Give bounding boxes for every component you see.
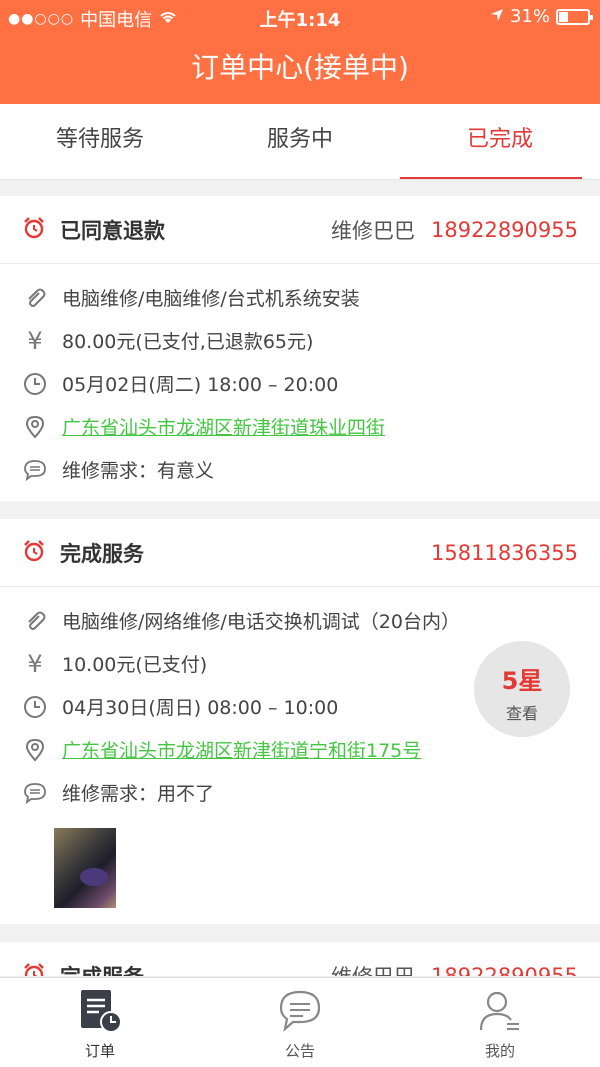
rating-badge[interactable]: 5星 查看 [474,641,570,737]
notice-icon [275,986,325,1036]
price-text: 10.00元(已支付) [62,654,208,676]
order-status: 完成服务 [60,961,331,977]
order-status: 已同意退款 [60,218,165,243]
tab-completed[interactable]: 已完成 [400,104,600,179]
bottom-tab-notice[interactable]: 公告 [200,978,400,1067]
location-arrow-icon [490,6,504,27]
address-link[interactable]: 广东省汕头市龙湖区新津街道珠业四街 [62,413,385,440]
service-row: 电脑维修/电脑维修/台式机系统安装 [22,276,578,319]
clock-icon [22,371,48,397]
alarm-clock-icon [22,962,46,976]
order-photo-thumbnail[interactable] [54,828,116,908]
bottom-tab-label: 订单 [84,1042,115,1060]
profile-icon [475,986,525,1036]
demand-text: 维修需求：用不了 [62,783,215,805]
yen-icon: ¥ [27,326,43,355]
time-row: 05月02日(周二) 18:00 – 20:00 [22,362,578,405]
bottom-tab-label: 公告 [284,1042,315,1060]
alarm-clock-icon [22,216,46,244]
battery-icon [556,8,593,25]
customer-phone[interactable]: 15811836355 [431,541,578,565]
status-right: 31% [490,6,593,27]
order-list[interactable]: 已同意退款 维修巴巴 18922890955 电脑维修/电脑维修/台式机系统安装… [0,196,600,976]
time-text: 05月02日(周二) 18:00 – 20:00 [62,374,339,396]
order-card[interactable]: 完成服务 15811836355 电脑维修/网络维修/电话交换机调试（20台内）… [0,519,600,924]
message-icon [22,457,48,483]
order-card-header: 完成服务 维修巴巴 18922890955 [0,942,600,976]
bottom-tab-label: 我的 [484,1042,515,1060]
price-text: 80.00元(已支付,已退款65元) [62,331,314,353]
bottom-tab-orders[interactable]: 订单 [0,978,200,1067]
yen-icon: ¥ [27,649,43,678]
order-card[interactable]: 完成服务 维修巴巴 18922890955 [0,942,600,976]
price-row: ¥ 80.00元(已支付,已退款65元) [22,319,578,362]
customer-name: 维修巴巴 [331,961,415,977]
address-link[interactable]: 广东省汕头市龙湖区新津街道宁和街175号 [62,736,421,763]
bottom-tab-bar: 订单 公告 我的 [0,977,600,1067]
rating-stars: 5星 [501,667,543,695]
order-card-body: 电脑维修/电脑维修/台式机系统安装 ¥ 80.00元(已支付,已退款65元) 0… [0,264,600,501]
clock-icon [22,694,48,720]
battery-percent: 31% [509,6,550,27]
demand-row: 维修需求：有意义 [22,448,578,491]
order-card[interactable]: 已同意退款 维修巴巴 18922890955 电脑维修/电脑维修/台式机系统安装… [0,196,600,501]
order-card-header: 已同意退款 维修巴巴 18922890955 [0,196,600,264]
order-tabs: 等待服务 服务中 已完成 [0,104,600,180]
order-card-body: 电脑维修/网络维修/电话交换机调试（20台内） ¥ 10.00元(已支付) 04… [0,587,600,924]
address-row[interactable]: 广东省汕头市龙湖区新津街道宁和街175号 [22,728,578,771]
customer-phone[interactable]: 18922890955 [431,964,578,977]
address-row[interactable]: 广东省汕头市龙湖区新津街道珠业四街 [22,405,578,448]
location-pin-icon [22,737,48,763]
order-icon [75,986,125,1036]
demand-text: 维修需求：有意义 [62,460,215,482]
message-icon [22,780,48,806]
tab-waiting[interactable]: 等待服务 [0,104,200,179]
service-row: 电脑维修/网络维修/电话交换机调试（20台内） [22,599,578,642]
customer-phone[interactable]: 18922890955 [431,218,578,242]
service-text: 电脑维修/网络维修/电话交换机调试（20台内） [62,611,460,633]
paperclip-icon [22,608,48,634]
order-card-header: 完成服务 15811836355 [0,519,600,587]
paperclip-icon [22,285,48,311]
service-text: 电脑维修/电脑维修/台式机系统安装 [62,288,360,310]
page-title: 订单中心(接单中) [0,34,600,104]
status-bar: ●●○○○ 中国电信 上午1:14 31% [0,0,600,34]
tab-in-service[interactable]: 服务中 [200,104,400,179]
bottom-tab-profile[interactable]: 我的 [400,978,600,1067]
location-pin-icon [22,414,48,440]
demand-row: 维修需求：用不了 [22,771,578,814]
time-text: 04月30日(周日) 08:00 – 10:00 [62,697,339,719]
order-status: 完成服务 [60,541,144,566]
alarm-clock-icon [22,539,46,567]
rating-view-label: 查看 [505,704,538,723]
customer-name: 维修巴巴 [331,218,416,243]
